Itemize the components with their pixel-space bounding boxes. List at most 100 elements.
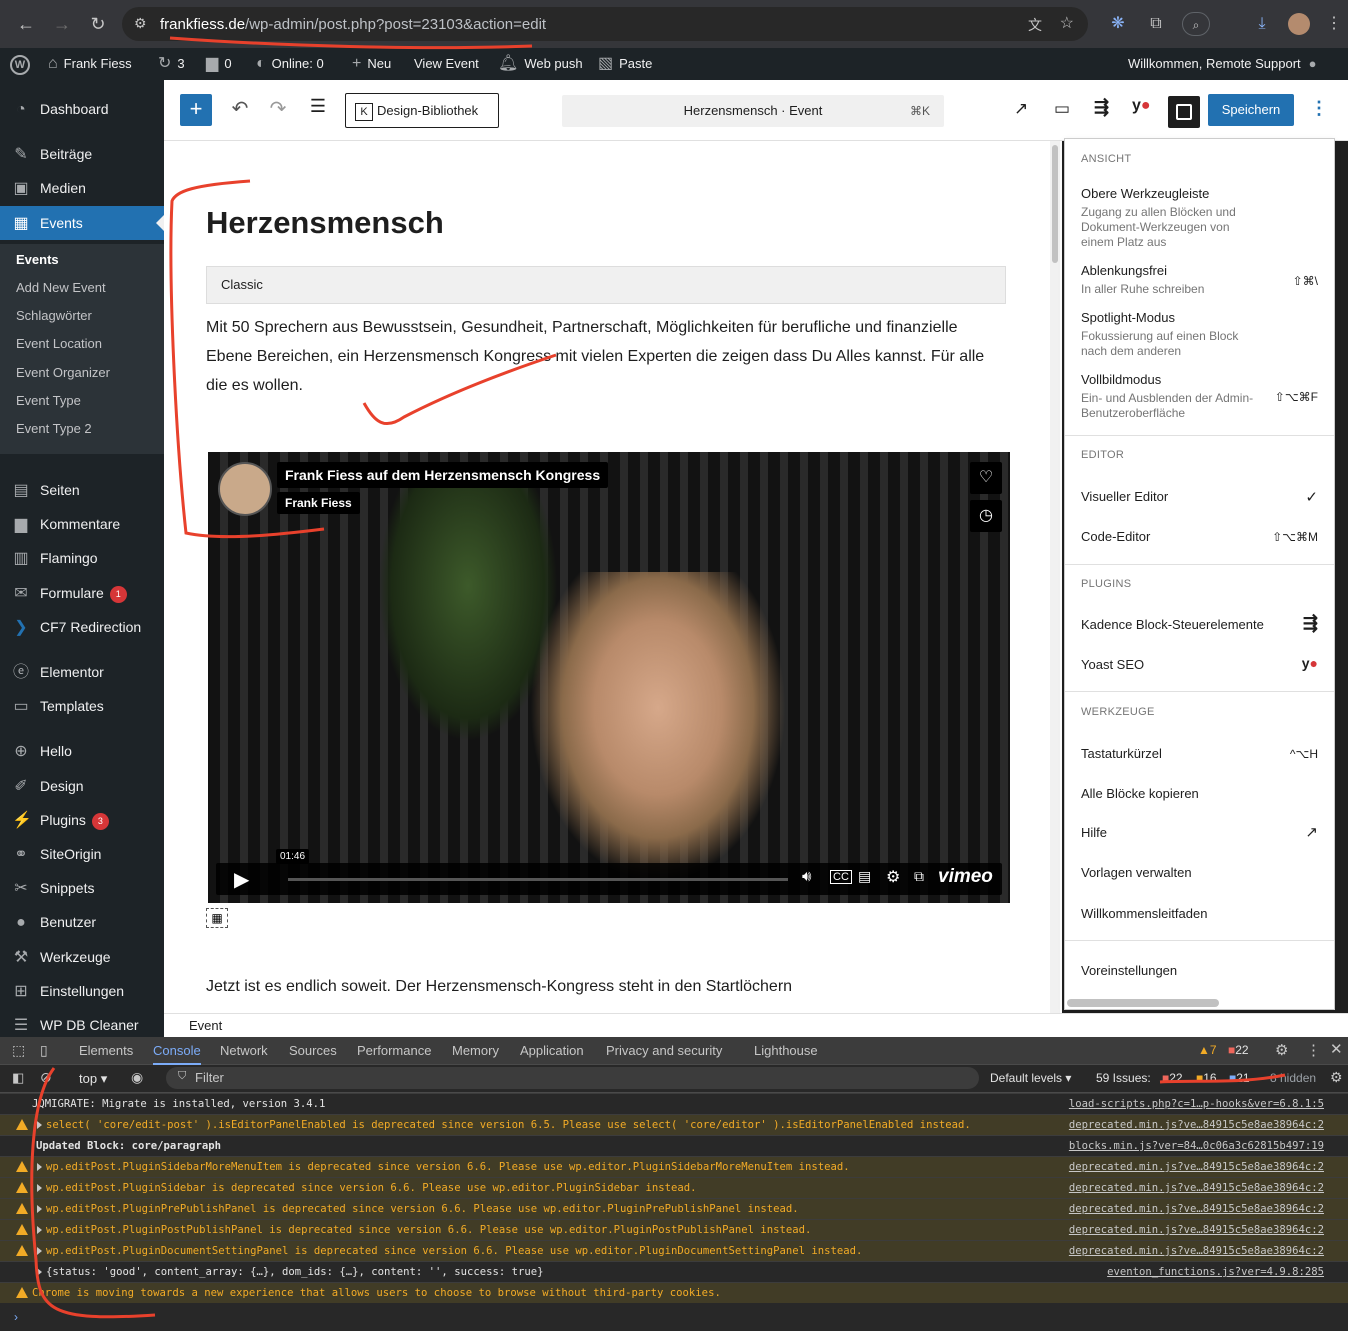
external-view-icon[interactable]: ↗ [1014, 99, 1028, 119]
document-overview-icon[interactable]: ☰ [304, 96, 332, 124]
settings-gear-icon[interactable]: ⚙ [886, 867, 900, 887]
submenu-event-organizer[interactable]: Event Organizer [16, 365, 110, 380]
tab-memory[interactable]: Memory [452, 1037, 499, 1065]
expand-arrow-icon[interactable] [37, 1205, 42, 1213]
issues-info[interactable]: ■21 [1229, 1071, 1250, 1085]
option-yoast-seo[interactable]: Yoast SEO [1081, 657, 1321, 672]
tab-console[interactable]: Console [153, 1037, 201, 1065]
option-welcome-guide[interactable]: Willkommensleitfaden [1081, 906, 1321, 921]
video-title[interactable]: Frank Fiess auf dem Herzensmensch Kongre… [277, 462, 609, 488]
menu-scrollbar-thumb[interactable] [1067, 999, 1219, 1007]
submenu-add-new-event[interactable]: Add New Event [16, 280, 106, 295]
save-button[interactable]: Speichern [1208, 94, 1294, 126]
progress-track[interactable] [288, 878, 788, 881]
menu-comments[interactable]: ▆ Kommentare [0, 507, 164, 541]
option-top-toolbar[interactable]: Obere Werkzeugleiste [1081, 186, 1321, 201]
menu-plugins[interactable]: ⚡ Plugins 3 [0, 803, 164, 837]
site-info-icon[interactable]: ⚙ [134, 15, 147, 32]
submenu-tags[interactable]: Schlagwörter [16, 308, 92, 323]
paste-link[interactable]: ▧ Paste [598, 48, 652, 80]
updates-link[interactable]: ↻ 3 [158, 48, 185, 80]
console-log-row[interactable]: wp.editPost.PluginDocumentSettingPanel i… [0, 1240, 1348, 1261]
vimeo-video-embed[interactable]: Frank Fiess auf dem Herzensmensch Kongre… [208, 452, 1010, 903]
console-log-row[interactable]: wp.editPost.PluginSidebar is deprecated … [0, 1177, 1348, 1198]
design-library-button[interactable]: K Design-Bibliothek [345, 93, 499, 128]
back-icon[interactable]: ← [14, 12, 38, 36]
block-inserter-button[interactable]: + [180, 94, 212, 126]
bookmark-star-icon[interactable]: ☆ [1060, 13, 1074, 33]
web-push-link[interactable]: 🔔︎ Web push [498, 48, 583, 80]
menu-hello[interactable]: ⊕ Hello [0, 734, 164, 768]
tab-application[interactable]: Application [520, 1037, 584, 1065]
context-selector[interactable]: top ▾ [79, 1071, 107, 1087]
embed-placeholder-icon[interactable]: ▦ [206, 908, 228, 928]
option-visual-editor[interactable]: Visueller Editor [1081, 489, 1321, 504]
address-bar[interactable]: ⚙ frankfiess.de/wp-admin/post.php?post=2… [122, 7, 1088, 41]
download-icon[interactable]: ⤓ [1250, 12, 1274, 36]
view-event-link[interactable]: View Event [414, 48, 479, 80]
option-preferences[interactable]: Voreinstellungen [1081, 963, 1321, 978]
console-log-row[interactable]: select( 'core/edit-post' ).isEditorPanel… [0, 1114, 1348, 1135]
menu-elementor[interactable]: ⓔ Elementor [0, 655, 164, 689]
option-kadence-controls[interactable]: Kadence Block-Steuerelemente [1081, 617, 1321, 632]
expand-arrow-icon[interactable] [37, 1121, 42, 1129]
menu-templates[interactable]: ▭ Templates [0, 689, 164, 723]
option-fullscreen[interactable]: Vollbildmodus [1081, 372, 1321, 387]
devtools-more-icon[interactable]: ⋮ [1306, 1041, 1321, 1059]
menu-cf7-redirection[interactable]: ❯ CF7 Redirection [0, 610, 164, 644]
submenu-events[interactable]: Events [16, 252, 59, 267]
menu-pages[interactable]: ▤ Seiten [0, 473, 164, 507]
options-kebab-icon[interactable]: ⋮ [1310, 98, 1328, 119]
device-toolbar-icon[interactable]: ▯ [40, 1042, 48, 1059]
console-log-row[interactable]: wp.editPost.PluginPostPublishPanel is de… [0, 1219, 1348, 1240]
play-icon[interactable]: ▶ [234, 867, 249, 892]
option-keyboard-shortcuts[interactable]: Tastaturkürzel [1081, 746, 1321, 761]
new-link[interactable]: + Neu [352, 48, 391, 80]
tab-lighthouse[interactable]: Lighthouse [754, 1037, 818, 1065]
canvas-scrollbar-thumb[interactable] [1052, 145, 1058, 263]
option-copy-all-blocks[interactable]: Alle Blöcke kopieren [1081, 786, 1321, 801]
breadcrumb-item[interactable]: Event [189, 1018, 222, 1033]
wordpress-logo-icon[interactable]: W [10, 48, 30, 80]
log-source-link[interactable]: deprecated.min.js?ve…84915c5e8ae38964c:2 [1069, 1199, 1324, 1220]
tab-network[interactable]: Network [220, 1037, 268, 1065]
log-source-link[interactable]: deprecated.min.js?ve…84915c5e8ae38964c:2 [1069, 1157, 1324, 1178]
tab-privacy-security[interactable]: Privacy and security [606, 1037, 722, 1065]
issues-warnings[interactable]: ■16 [1196, 1071, 1217, 1085]
menu-forms[interactable]: ✉ Formulare 1 [0, 576, 164, 610]
watch-later-clock-icon[interactable]: ◷ [970, 500, 1002, 532]
tab-sources[interactable]: Sources [289, 1037, 337, 1065]
submenu-event-location[interactable]: Event Location [16, 336, 102, 351]
command-palette-bar[interactable]: Herzensmensch · Event ⌘K [562, 95, 944, 127]
volume-icon[interactable]: 🔊︎ [802, 868, 811, 885]
menu-design[interactable]: ✐ Design [0, 769, 164, 803]
menu-posts[interactable]: ✎ Beiträge [0, 137, 164, 171]
console-log-row[interactable]: JQMIGRATE: Migrate is installed, version… [0, 1093, 1348, 1114]
log-source-link[interactable]: load-scripts.php?c=1…p-hooks&ver=6.8.1:5 [1069, 1094, 1324, 1115]
menu-dashboard[interactable]: ◔ Dashboard [0, 92, 164, 126]
console-filter-input[interactable]: ⛉ Filter [166, 1067, 979, 1089]
hidden-count[interactable]: 8 hidden [1270, 1071, 1316, 1085]
submenu-event-type-2[interactable]: Event Type 2 [16, 421, 92, 436]
classic-block-label[interactable]: Classic [206, 266, 1006, 304]
clear-console-icon[interactable]: ⊘ [40, 1069, 52, 1086]
kadence-toolbar-icon[interactable]: ⇶ [1094, 97, 1109, 118]
preview-device-icon[interactable]: ▭ [1054, 99, 1070, 119]
expand-arrow-icon[interactable] [37, 1268, 42, 1276]
menu-settings[interactable]: ⊞ Einstellungen [0, 974, 164, 1008]
console-log-row[interactable]: wp.editPost.PluginSidebarMoreMenuItem is… [0, 1156, 1348, 1177]
menu-tools[interactable]: ⚒ Werkzeuge [0, 940, 164, 974]
tab-elements[interactable]: Elements [79, 1037, 133, 1065]
expand-arrow-icon[interactable] [37, 1163, 42, 1171]
live-expression-eye-icon[interactable]: ◉ [131, 1069, 143, 1086]
option-distraction-free[interactable]: Ablenkungsfrei [1081, 263, 1321, 278]
translate-icon[interactable]: 文 [1028, 15, 1042, 35]
log-source-link[interactable]: deprecated.min.js?ve…84915c5e8ae38964c:2 [1069, 1178, 1324, 1199]
log-levels-dropdown[interactable]: Default levels ▾ [990, 1071, 1071, 1085]
warning-count-badge[interactable]: ▲7 [1198, 1043, 1217, 1057]
canvas-scrollbar[interactable] [1050, 141, 1060, 1013]
menu-users[interactable]: ● Benutzer [0, 905, 164, 939]
console-settings-gear-icon[interactable]: ⚙ [1330, 1069, 1343, 1086]
menu-media[interactable]: ▣ Medien [0, 171, 164, 205]
issues-label[interactable]: 59 Issues: [1096, 1071, 1151, 1085]
